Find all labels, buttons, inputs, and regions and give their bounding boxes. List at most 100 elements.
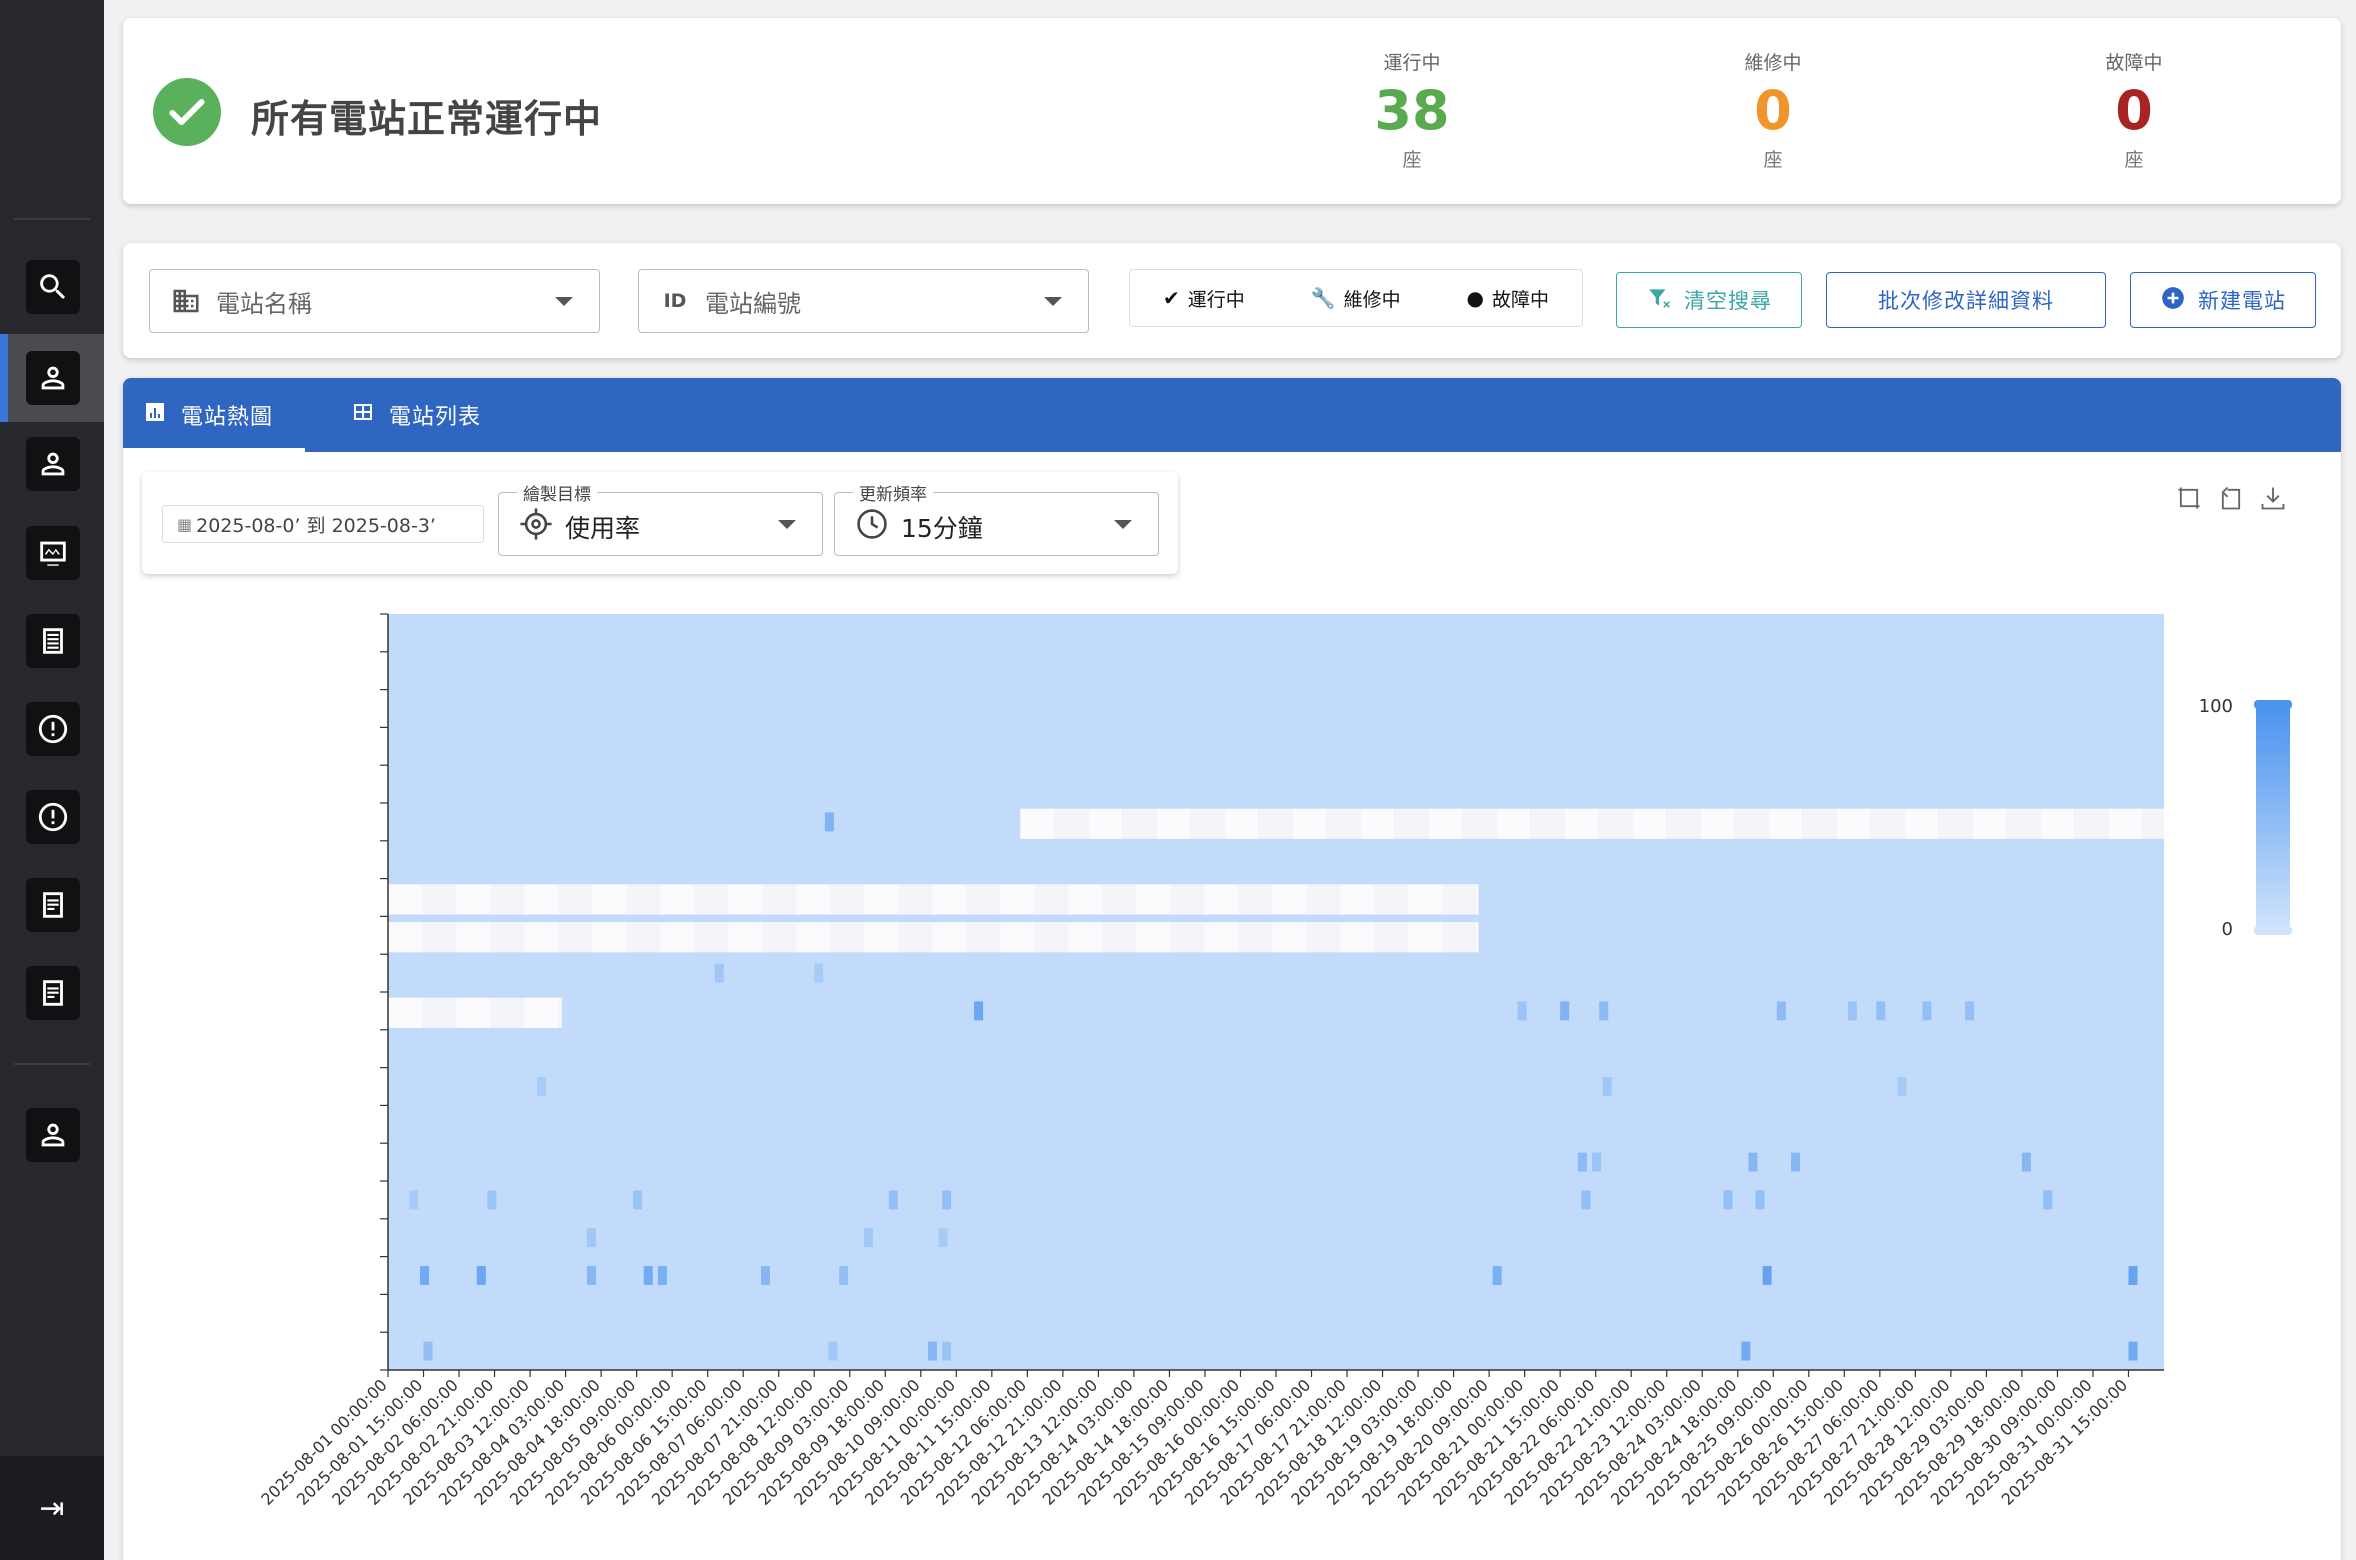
zoom-icon[interactable]: [2175, 484, 2203, 512]
heatmap-cell: [938, 1228, 948, 1248]
heatmap-empty-cell: [1462, 808, 1497, 839]
toggle-fault[interactable]: ● 故障中: [1467, 285, 1549, 312]
heatmap-empty-cell: [490, 922, 524, 953]
sidebar-expand-button[interactable]: ⇥: [0, 1456, 104, 1560]
check-circle-icon: ✔: [1162, 286, 1180, 310]
sidebar-item-alerts[interactable]: [26, 702, 80, 756]
target-select-label: 繪製目標: [517, 480, 597, 505]
heatmap-cell: [1723, 1190, 1733, 1210]
heatmap-empty-cell: [1204, 922, 1238, 953]
heatmap-empty-cell: [762, 922, 796, 953]
heatmap-empty-cell: [456, 884, 490, 915]
heatmap-cell: [863, 1228, 873, 1248]
date-range-value: 2025-08-0’ 到 2025-08-3’: [196, 514, 436, 537]
sidebar: ⇥: [0, 0, 104, 1560]
heatmap-empty-cell: [1598, 808, 1633, 839]
tab-heatmap-label: 電站熱圖: [181, 405, 274, 430]
building-icon: [170, 285, 202, 317]
sidebar-item-stations[interactable]: [26, 351, 80, 405]
heatmap-empty-cell: [932, 922, 966, 953]
heatmap-empty-cell: [1224, 808, 1259, 839]
frequency-select[interactable]: 更新頻率 15分鐘: [834, 480, 1159, 556]
heatmap-empty-cell: [1700, 808, 1735, 839]
stat-maintenance: 維修中 0 座: [1693, 48, 1853, 172]
frequency-select-value: 15分鐘: [901, 514, 983, 543]
sidebar-item-search[interactable]: [26, 260, 80, 314]
sidebar-item-faults[interactable]: [26, 790, 80, 844]
heatmap-empty-cell: [2006, 808, 2041, 839]
search-icon: [40, 274, 66, 300]
heatmap-chart[interactable]: 2025-08-01 00:00:002025-08-01 15:00:0020…: [123, 578, 2341, 1560]
new-station-button[interactable]: 新建電站: [2130, 272, 2316, 328]
zoom-reset-icon[interactable]: [2217, 484, 2245, 512]
tab-heatmap[interactable]: 電站熱圖: [143, 378, 327, 452]
heatmap-empty-cell: [1632, 808, 1667, 839]
heatmap-cell: [2128, 1341, 2138, 1361]
station-name-select[interactable]: 電站名稱: [149, 269, 600, 333]
heatmap-empty-cell: [966, 922, 1000, 953]
heatmap-cell: [586, 1266, 596, 1285]
heatmap-cell: [942, 1190, 952, 1210]
heatmap-empty-cell: [1170, 922, 1204, 953]
toggle-running[interactable]: ✔ 運行中: [1163, 285, 1245, 312]
tab-list-label: 電站列表: [389, 405, 482, 430]
download-icon[interactable]: [2259, 484, 2287, 512]
heatmap-empty-cell: [558, 997, 563, 1028]
legend-gradient-bar: [2256, 706, 2290, 929]
heatmap-cell: [942, 1341, 952, 1361]
heatmap-empty-cell: [1340, 922, 1374, 953]
stat-running-value: 38: [1374, 79, 1450, 142]
heatmap-cell: [714, 963, 724, 983]
chevron-down-icon: [1114, 520, 1132, 529]
heatmap-empty-cell: [1870, 808, 1905, 839]
station-name-placeholder: 電站名稱: [216, 289, 312, 318]
heatmap-empty-cell: [1374, 922, 1408, 953]
heatmap-empty-cell: [1238, 922, 1272, 953]
heatmap-empty-cell: [864, 884, 898, 915]
heatmap-empty-cell: [1156, 808, 1191, 839]
batch-edit-button[interactable]: 批次修改詳細資料: [1826, 272, 2106, 328]
chevron-down-icon: [778, 520, 796, 529]
target-select[interactable]: 繪製目標 使用率: [498, 480, 823, 556]
heatmap-cell: [1592, 1152, 1602, 1172]
heatmap-cell: [2021, 1152, 2031, 1172]
heatmap-empty-cell: [1836, 808, 1871, 839]
sidebar-item-list[interactable]: [26, 614, 80, 668]
expand-icon: ⇥: [39, 1490, 65, 1526]
tab-list[interactable]: 電站列表: [327, 378, 487, 452]
heatmap-cell: [643, 1266, 653, 1285]
heatmap-empty-cell: [898, 922, 932, 953]
heatmap-cell: [2043, 1190, 2053, 1210]
station-id-select[interactable]: ID 電站編號: [638, 269, 1089, 333]
heatmap-cell: [824, 812, 834, 832]
heatmap-cell: [423, 1341, 433, 1361]
date-range-picker[interactable]: ▦ 2025-08-0’ 到 2025-08-3’: [162, 505, 484, 543]
chart-controls: ▦ 2025-08-0’ 到 2025-08-3’ 繪製目標 使用率 更新頻率 …: [142, 472, 1178, 574]
heatmap-cell: [633, 1190, 643, 1210]
status-title: 所有電站正常運行中: [251, 97, 603, 141]
heatmap-empty-cell: [1904, 808, 1939, 839]
heatmap-cell: [1581, 1190, 1591, 1210]
heatmap-empty-cell: [1326, 808, 1361, 839]
toggle-maintenance[interactable]: 🔧 維修中: [1311, 285, 1401, 312]
sidebar-item-monitor[interactable]: [26, 526, 80, 580]
legend-max-handle: [2254, 700, 2292, 709]
alert-icon: [38, 714, 68, 744]
sidebar-item-reports[interactable]: [26, 878, 80, 932]
clear-search-button[interactable]: 清空搜尋: [1616, 272, 1802, 328]
id-icon: ID: [663, 290, 687, 312]
heatmap-empty-cell: [1000, 884, 1034, 915]
sidebar-item-account[interactable]: [26, 1108, 80, 1162]
heatmap-cell: [409, 1190, 419, 1210]
list-icon: [43, 628, 63, 654]
heatmap-empty-cell: [1496, 808, 1531, 839]
calendar-icon: ▦: [177, 514, 193, 534]
heatmap-cell: [927, 1341, 937, 1361]
heatmap-cell: [537, 1077, 547, 1096]
heatmap-empty-cell: [1034, 922, 1068, 953]
sidebar-item-users[interactable]: [26, 437, 80, 491]
sidebar-item-logs[interactable]: [26, 966, 80, 1020]
stat-fault-value: 0: [2115, 79, 2153, 142]
heatmap-empty-cell: [1272, 884, 1306, 915]
heatmap-cell: [1791, 1152, 1801, 1172]
